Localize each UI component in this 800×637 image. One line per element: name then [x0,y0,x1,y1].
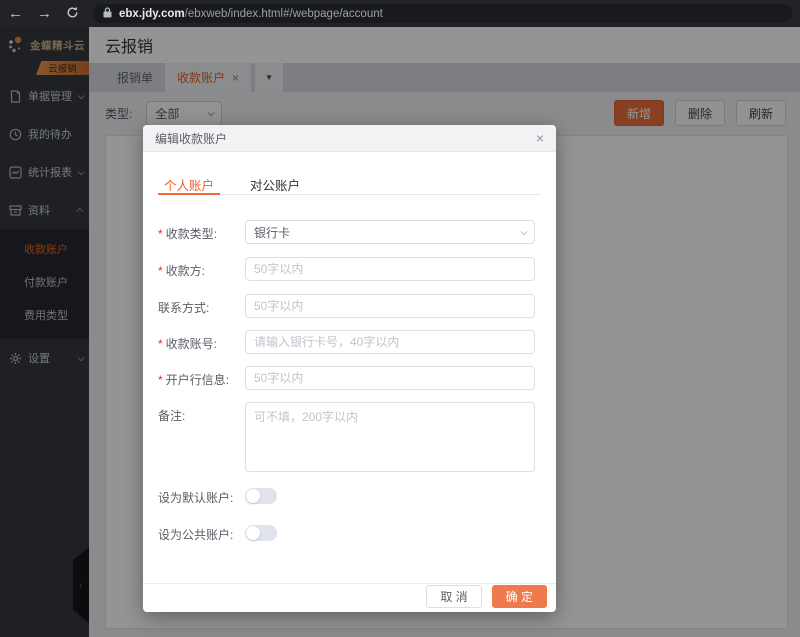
close-icon[interactable]: × [536,131,544,145]
required-asterisk: * [158,264,163,278]
contact-input[interactable] [245,294,535,318]
payment-type-select[interactable]: 银行卡 [245,220,535,244]
chevron-down-icon [521,228,528,235]
dialog-title: 编辑收款账户 [155,130,227,147]
url-path: /ebxweb/index.html#/webpage/account [185,8,383,20]
account-number-input[interactable] [245,330,535,354]
app-root: 金蝶精斗云 云报销 单据管理 我的待办 统计报表 资料 [0,27,800,637]
public-account-label: 设为公共账户: [158,526,233,543]
required-asterisk: * [158,227,163,241]
contact-label: 联系方式: [158,299,209,316]
dialog-header: 编辑收款账户 × [143,125,556,152]
back-icon[interactable]: ← [8,6,23,21]
public-account-toggle[interactable] [245,525,277,541]
account-number-label: *收款账号: [158,335,217,352]
bank-info-label: *开户行信息: [158,371,229,388]
payee-input[interactable] [245,257,535,281]
confirm-button[interactable]: 确 定 [492,585,547,608]
reload-icon[interactable] [66,6,79,22]
dialog-tabs: 个人账户 对公账户 [158,175,541,195]
address-bar[interactable]: ebx.jdy.com/ebxweb/index.html#/webpage/a… [93,4,792,23]
browser-chrome: ← → ebx.jdy.com/ebxweb/index.html#/webpa… [0,0,800,27]
required-asterisk: * [158,373,163,387]
tab-company-account[interactable]: 对公账户 [244,175,306,194]
url-domain: ebx.jdy.com [119,8,185,20]
bank-info-input[interactable] [245,366,535,390]
remark-textarea[interactable] [245,402,535,472]
default-account-label: 设为默认账户: [158,489,233,506]
lock-icon [103,5,112,23]
payee-label: *收款方: [158,262,205,279]
cancel-button[interactable]: 取 消 [426,585,481,608]
default-account-toggle[interactable] [245,488,277,504]
edit-account-dialog: 编辑收款账户 × 个人账户 对公账户 *收款类型: 银行卡 *收款方: 联系方式… [143,125,556,612]
tab-personal-account[interactable]: 个人账户 [158,175,220,195]
remark-label: 备注: [158,407,185,424]
payment-type-label: *收款类型: [158,225,217,242]
forward-icon[interactable]: → [37,6,52,21]
payment-type-value: 银行卡 [254,224,290,241]
dialog-footer: 取 消 确 定 [143,583,556,612]
required-asterisk: * [158,337,163,351]
